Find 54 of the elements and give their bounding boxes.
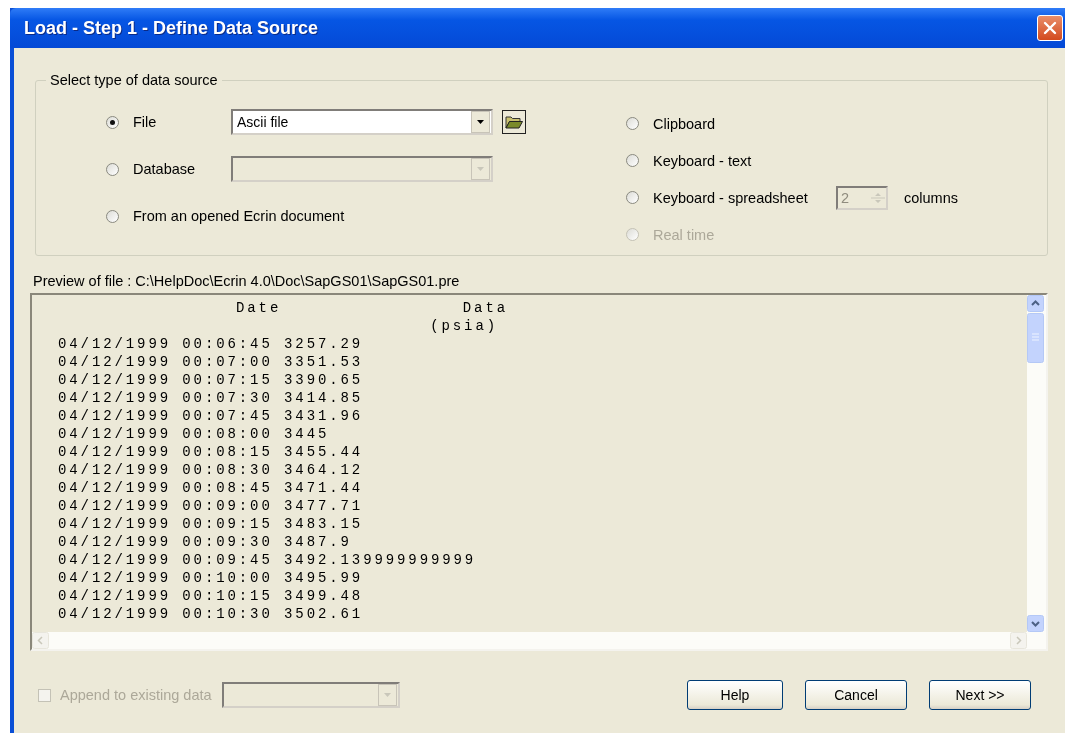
- radio-button[interactable]: [106, 209, 119, 223]
- data-line: 04/12/1999 00:10:15 3499.48: [58, 587, 365, 605]
- scroll-down-icon[interactable]: [1027, 615, 1044, 632]
- browse-button[interactable]: [502, 110, 526, 134]
- dropdown[interactable]: Ascii file: [231, 109, 493, 135]
- dialog-button[interactable]: Cancel: [805, 680, 907, 710]
- radio-button[interactable]: [106, 162, 119, 176]
- data-line: 04/12/1999 00:07:15 3390.65: [58, 371, 365, 389]
- scroll-up-icon[interactable]: [1027, 295, 1044, 312]
- window-title: Load - Step 1 - Define Data Source: [24, 17, 319, 39]
- scroll-left-icon[interactable]: [32, 632, 49, 649]
- caret-icon: [477, 120, 484, 124]
- unit-label: (psia): [430, 317, 498, 335]
- data-line: 04/12/1999 00:09:00 3477.71: [58, 497, 365, 515]
- column-heading: Date: [236, 299, 283, 317]
- column-heading: Data: [462, 299, 508, 317]
- radio-label: From an opened Ecrin document: [133, 208, 345, 224]
- dialog-button[interactable]: Help: [687, 680, 783, 710]
- radio-label: Real time: [653, 226, 715, 243]
- radio-button[interactable]: [626, 117, 639, 130]
- preview-label: Preview of file : C:\HelpDoc\Ecrin 4.0\Doc\SapGS01\SapGS01.pre: [33, 273, 461, 291]
- radio-label: Keyboard - spreadsheet: [653, 189, 808, 206]
- radio-button[interactable]: [106, 115, 119, 129]
- data-line: 04/12/1999 00:08:00 3445: [58, 425, 331, 443]
- radio-button[interactable]: [626, 154, 639, 167]
- radio-label: Database: [133, 161, 196, 177]
- vertical-scrollbar[interactable]: [1027, 295, 1046, 632]
- caret-icon: [477, 167, 484, 171]
- close-icon: [1043, 21, 1057, 35]
- data-line: 04/12/1999 00:08:45 3471.44: [58, 479, 365, 497]
- horizontal-scrollbar[interactable]: [32, 632, 1046, 649]
- caret-icon: [383, 693, 391, 697]
- data-line: 04/12/1999 00:09:30 3487.9: [58, 533, 353, 551]
- data-line: 04/12/1999 00:06:45 3257.29: [58, 335, 365, 353]
- group-label: Select type of data source: [49, 72, 219, 88]
- radio-label: Keyboard - text: [653, 152, 752, 169]
- scroll-thumb[interactable]: [1027, 313, 1044, 363]
- radio-label: Clipboard: [653, 115, 716, 132]
- data-line: 04/12/1999 00:08:15 3455.44: [58, 443, 365, 461]
- radio-button[interactable]: [626, 191, 639, 204]
- data-line: 04/12/1999 00:09:45 3492.139999999999: [58, 551, 478, 569]
- radio-label: File: [133, 114, 157, 130]
- close-button[interactable]: [1037, 15, 1063, 41]
- dialog-button[interactable]: Next >>: [929, 680, 1031, 710]
- folder-icon: [505, 115, 523, 129]
- data-line: 04/12/1999 00:07:30 3414.85: [58, 389, 365, 407]
- data-line: 04/12/1999 00:10:00 3495.99: [58, 569, 365, 587]
- data-line: 04/12/1999 00:10:30 3502.61: [58, 605, 365, 623]
- checkbox-label: Append to existing data: [60, 687, 212, 703]
- data-line: 04/12/1999 00:07:45 3431.96: [58, 407, 365, 425]
- data-line: 04/12/1999 00:08:30 3464.12: [58, 461, 365, 479]
- data-line: 04/12/1999 00:09:15 3483.15: [58, 515, 365, 533]
- unit-label: columns: [904, 189, 958, 206]
- data-line: 04/12/1999 00:07:00 3351.53: [58, 353, 365, 371]
